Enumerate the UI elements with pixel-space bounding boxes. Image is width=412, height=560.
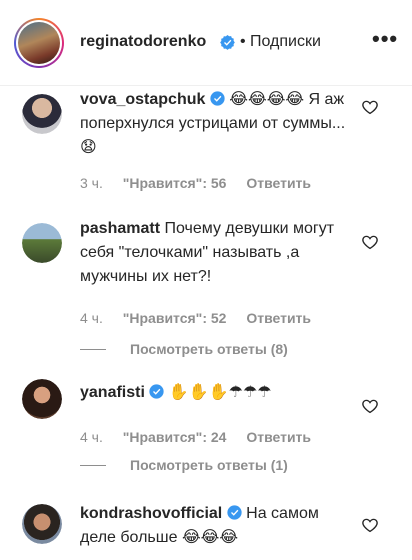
commenter-username[interactable]: kondrashovofficial	[80, 505, 222, 522]
verified-badge-icon	[149, 384, 164, 399]
profile-avatar[interactable]	[14, 18, 64, 68]
comment-meta: 4 ч. "Нравится": 24 Ответить	[80, 429, 327, 445]
commenter-username[interactable]: pashamatt	[80, 220, 160, 237]
comment-time: 3 ч.	[80, 175, 103, 191]
comment-body-rest: поперхнулся устрицами от суммы... 😧	[80, 115, 346, 156]
heart-outline-icon[interactable]	[361, 516, 379, 534]
profile-username[interactable]: reginatodorenko	[80, 33, 206, 51]
commenter-avatar[interactable]	[22, 504, 62, 544]
replies-divider	[80, 465, 106, 466]
heart-outline-icon[interactable]	[361, 233, 379, 251]
commenter-username[interactable]: vova_ostapchuk	[80, 91, 205, 108]
comment-likes[interactable]: "Нравится": 24	[123, 429, 227, 445]
commenter-username[interactable]: yanafisti	[80, 384, 145, 401]
commenter-avatar[interactable]	[22, 379, 62, 419]
comment-likes[interactable]: "Нравится": 52	[123, 310, 227, 326]
view-replies-label: Посмотреть ответы (1)	[130, 457, 288, 473]
comment-meta: 4 ч. "Нравится": 52 Ответить	[80, 310, 327, 326]
comment-body-rest: деле больше 😂😂😂	[80, 529, 239, 546]
comment-body-line1: Почему девушки	[164, 220, 289, 237]
heart-outline-icon[interactable]	[361, 98, 379, 116]
comment-text: vova_ostapchuk 😂😂😂😂 Я аж поперхнулся уст…	[80, 88, 350, 160]
header-separator: •	[240, 33, 246, 50]
reply-button[interactable]: Ответить	[246, 310, 311, 326]
reply-button[interactable]: Ответить	[246, 429, 311, 445]
replies-divider	[80, 349, 106, 350]
comment-text: pashamatt Почему девушки могут себя "тел…	[80, 217, 350, 289]
heart-outline-icon[interactable]	[361, 397, 379, 415]
follow-status-button[interactable]: Подписки	[250, 33, 321, 51]
view-replies-button[interactable]: Посмотреть ответы (1)	[80, 457, 288, 473]
comment-body-line1: 😂😂😂😂 Я аж	[229, 91, 345, 108]
commenter-avatar[interactable]	[22, 94, 62, 134]
comment-text: yanafisti ✋✋✋☂☂☂	[80, 381, 350, 405]
verified-badge-icon	[210, 91, 225, 106]
comment-text: kondrashovofficial На самом деле больше …	[80, 502, 350, 550]
comment-meta: 3 ч. "Нравится": 56 Ответить	[80, 175, 327, 191]
comment-body-line1: ✋✋✋☂☂☂	[168, 384, 272, 401]
verified-badge-icon	[227, 505, 242, 520]
more-options-button[interactable]: •••	[372, 26, 402, 56]
verified-badge-icon	[220, 35, 235, 50]
comment-likes[interactable]: "Нравится": 56	[123, 175, 227, 191]
comment-time: 4 ч.	[80, 429, 103, 445]
view-replies-button[interactable]: Посмотреть ответы (8)	[80, 341, 288, 357]
commenter-avatar[interactable]	[22, 223, 62, 263]
view-replies-label: Посмотреть ответы (8)	[130, 341, 288, 357]
post-header: reginatodorenko • Подписки •••	[0, 0, 412, 86]
comment-body-line1: На самом	[246, 505, 319, 522]
reply-button[interactable]: Ответить	[246, 175, 311, 191]
comment-time: 4 ч.	[80, 310, 103, 326]
